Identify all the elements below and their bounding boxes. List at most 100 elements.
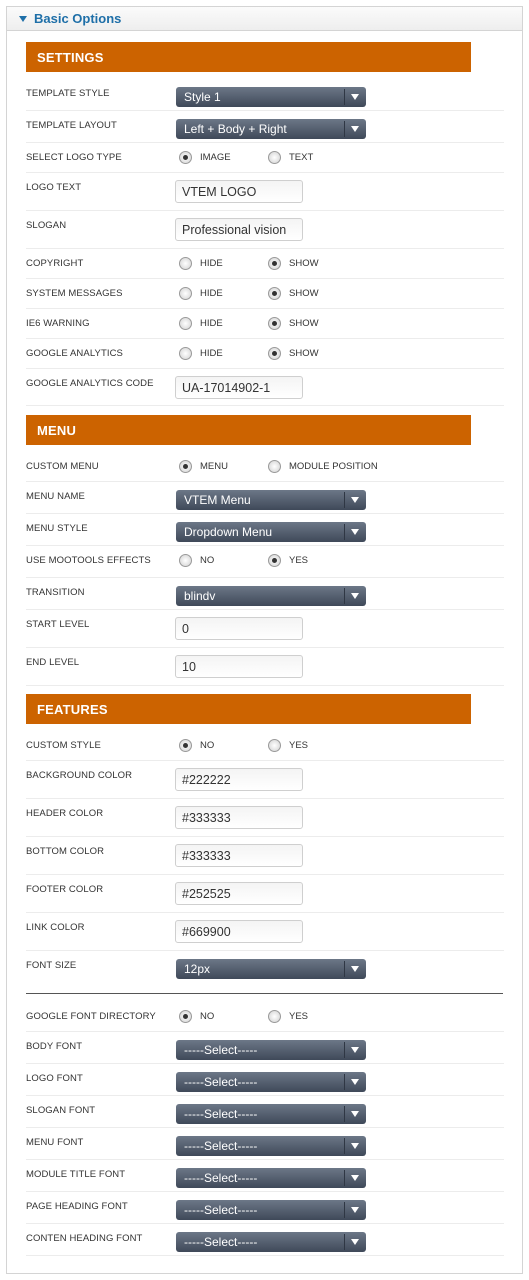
section-menu: MENU — [26, 415, 471, 445]
copyright-hide-label: HIDE — [200, 258, 223, 269]
page-heading-font-select[interactable]: -----Select----- — [176, 1200, 366, 1220]
google-font-directory-no-radio[interactable] — [179, 1010, 192, 1023]
menu-font-value: -----Select----- — [184, 1139, 258, 1153]
start-level-input[interactable]: 0 — [175, 617, 303, 640]
label-custom-style: CUSTOM STYLE — [26, 740, 101, 751]
copyright-show-label: SHOW — [289, 258, 319, 269]
google-font-directory-yes-radio[interactable] — [268, 1010, 281, 1023]
dropdown-arrow-icon — [351, 1111, 359, 1117]
end-level-input[interactable]: 10 — [175, 655, 303, 678]
divider — [26, 993, 503, 994]
dropdown-arrow-icon — [351, 966, 359, 972]
slogan-font-select[interactable]: -----Select----- — [176, 1104, 366, 1124]
label-content-heading-font: CONTEN HEADING FONT — [26, 1233, 143, 1244]
menu-name-value: VTEM Menu — [184, 493, 251, 507]
module-title-font-select[interactable]: -----Select----- — [176, 1168, 366, 1188]
logo-font-value: -----Select----- — [184, 1075, 258, 1089]
label-bottom-color: BOTTOM COLOR — [26, 846, 105, 857]
system-messages-show-label: SHOW — [289, 288, 319, 299]
transition-value: blindv — [184, 589, 216, 603]
copyright-show-radio[interactable] — [268, 257, 281, 270]
footer-color-input[interactable]: #252525 — [175, 882, 303, 905]
dropdown-arrow-icon — [351, 593, 359, 599]
menu-name-select[interactable]: VTEM Menu — [176, 490, 366, 510]
google-font-directory-yes-label: YES — [289, 1011, 309, 1022]
template-layout-select[interactable]: Left + Body + Right — [176, 119, 366, 139]
label-page-heading-font: PAGE HEADING FONT — [26, 1201, 128, 1212]
custom-menu-module-position-radio[interactable] — [268, 460, 281, 473]
logo-type-text-radio[interactable] — [268, 151, 281, 164]
bottom-color-input[interactable]: #333333 — [175, 844, 303, 867]
label-logo-font: LOGO FONT — [26, 1073, 83, 1084]
google-analytics-hide-label: HIDE — [200, 348, 223, 359]
slogan-input[interactable]: Professional vision — [175, 218, 303, 241]
custom-menu-module-position-label: MODULE POSITION — [289, 461, 378, 472]
label-mootools: USE MOOTOOLS EFFECTS — [26, 555, 151, 566]
mootools-yes-label: YES — [289, 555, 309, 566]
collapse-triangle-icon[interactable] — [19, 16, 27, 22]
slogan-font-value: -----Select----- — [184, 1107, 258, 1121]
transition-select[interactable]: blindv — [176, 586, 366, 606]
custom-style-no-radio[interactable] — [179, 739, 192, 752]
google-analytics-show-radio[interactable] — [268, 347, 281, 360]
label-menu-name: MENU NAME — [26, 491, 85, 502]
page-heading-font-value: -----Select----- — [184, 1203, 258, 1217]
label-system-messages: SYSTEM MESSAGES — [26, 288, 123, 299]
google-analytics-hide-radio[interactable] — [179, 347, 192, 360]
content-heading-font-value: -----Select----- — [184, 1235, 258, 1249]
label-module-title-font: MODULE TITLE FONT — [26, 1169, 126, 1180]
custom-style-yes-radio[interactable] — [268, 739, 281, 752]
link-color-input[interactable]: #669900 — [175, 920, 303, 943]
copyright-hide-radio[interactable] — [179, 257, 192, 270]
dropdown-arrow-icon — [351, 529, 359, 535]
label-copyright: COPYRIGHT — [26, 258, 84, 269]
logo-font-select[interactable]: -----Select----- — [176, 1072, 366, 1092]
logo-text-input[interactable]: VTEM LOGO — [175, 180, 303, 203]
google-font-directory-no-label: NO — [200, 1011, 215, 1022]
menu-style-select[interactable]: Dropdown Menu — [176, 522, 366, 542]
system-messages-show-radio[interactable] — [268, 287, 281, 300]
label-transition: TRANSITION — [26, 587, 85, 598]
label-template-layout: TEMPLATE LAYOUT — [26, 120, 117, 131]
label-ie6-warning: IE6 WARNING — [26, 318, 90, 329]
menu-font-select[interactable]: -----Select----- — [176, 1136, 366, 1156]
label-menu-style: MENU STYLE — [26, 523, 88, 534]
custom-style-yes-label: YES — [289, 740, 309, 751]
template-layout-value: Left + Body + Right — [184, 122, 287, 136]
custom-style-no-label: NO — [200, 740, 215, 751]
label-google-analytics: GOOGLE ANALYTICS — [26, 348, 123, 359]
system-messages-hide-radio[interactable] — [179, 287, 192, 300]
mootools-no-radio[interactable] — [179, 554, 192, 567]
ie6-warning-show-radio[interactable] — [268, 317, 281, 330]
dropdown-arrow-icon — [351, 1239, 359, 1245]
label-logo-text: LOGO TEXT — [26, 182, 82, 193]
header-color-input[interactable]: #333333 — [175, 806, 303, 829]
background-color-input[interactable]: #222222 — [175, 768, 303, 791]
panel-header[interactable]: Basic Options — [7, 7, 522, 31]
label-slogan-font: SLOGAN FONT — [26, 1105, 96, 1116]
google-analytics-code-input[interactable]: UA-17014902-1 — [175, 376, 303, 399]
dropdown-arrow-icon — [351, 1079, 359, 1085]
menu-style-value: Dropdown Menu — [184, 525, 273, 539]
label-body-font: BODY FONT — [26, 1041, 83, 1052]
template-style-value: Style 1 — [184, 90, 221, 104]
ie6-warning-hide-label: HIDE — [200, 318, 223, 329]
mootools-no-label: NO — [200, 555, 215, 566]
font-size-select[interactable]: 12px — [176, 959, 366, 979]
label-background-color: BACKGROUND COLOR — [26, 770, 133, 781]
custom-menu-menu-radio[interactable] — [179, 460, 192, 473]
label-footer-color: FOOTER COLOR — [26, 884, 104, 895]
body-font-select[interactable]: -----Select----- — [176, 1040, 366, 1060]
label-end-level: END LEVEL — [26, 657, 80, 668]
label-logo-type: SELECT LOGO TYPE — [26, 152, 122, 163]
template-style-select[interactable]: Style 1 — [176, 87, 366, 107]
dropdown-arrow-icon — [351, 1207, 359, 1213]
section-features: FEATURES — [26, 694, 471, 724]
row-ie6-warning — [26, 309, 504, 339]
content-heading-font-select[interactable]: -----Select----- — [176, 1232, 366, 1252]
logo-type-image-radio[interactable] — [179, 151, 192, 164]
mootools-yes-radio[interactable] — [268, 554, 281, 567]
label-google-analytics-code: GOOGLE ANALYTICS CODE — [26, 378, 154, 389]
dropdown-arrow-icon — [351, 1175, 359, 1181]
ie6-warning-hide-radio[interactable] — [179, 317, 192, 330]
